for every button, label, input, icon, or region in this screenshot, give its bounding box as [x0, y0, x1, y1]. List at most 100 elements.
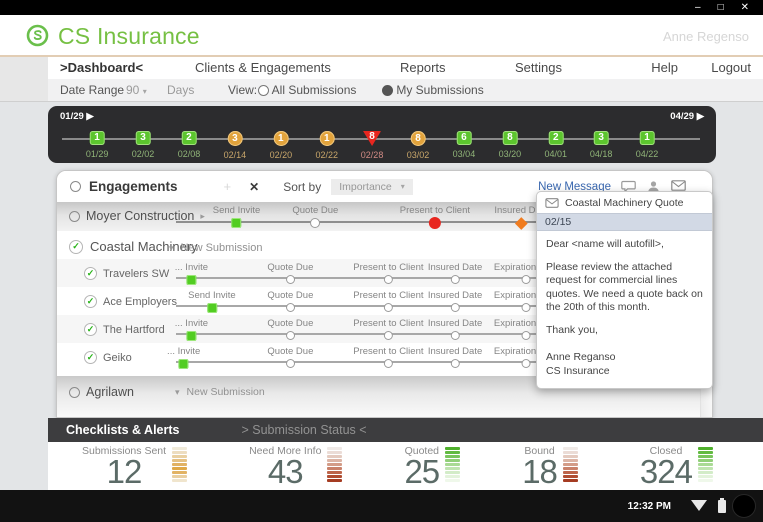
milestone-invite[interactable]: ... Invite [167, 346, 200, 369]
milestone-pending-marker [285, 275, 295, 284]
stat-bound: Bound 18 [522, 445, 578, 490]
milestone-complete-marker [186, 275, 197, 285]
minimize-button[interactable]: – [695, 2, 701, 13]
milestone-quote-due[interactable]: Quote Due [267, 262, 313, 284]
timeline-marker[interactable]: 2 02/08 [178, 131, 200, 159]
nav-logout[interactable]: Logout [711, 60, 751, 75]
milestone-pending-marker [383, 331, 393, 340]
milestone-complete-marker [178, 359, 189, 369]
close-button[interactable]: ✕ [741, 2, 749, 13]
submission-status-toggle[interactable]: > Submission Status < [241, 423, 366, 437]
milestone-quote-due[interactable]: Quote Due [292, 205, 338, 228]
milestone-present-to-client[interactable]: Present to Client [353, 318, 423, 340]
timeline-marker[interactable]: 1 02/22 [316, 131, 338, 160]
timeline-marker-alert[interactable]: 8 02/28 [361, 131, 383, 160]
wifi-icon [691, 500, 707, 511]
milestone-complete-marker [231, 218, 242, 228]
chevron-down-icon[interactable]: ▾ [175, 387, 180, 398]
milestone-present-to-client[interactable]: Present to Client [400, 205, 470, 229]
timeline-marker[interactable]: 1 01/29 [86, 131, 108, 159]
milestone-pending-marker [285, 331, 295, 340]
timeline-range-start[interactable]: 01/29 ▶ [60, 111, 94, 122]
timeline-marker[interactable]: 1 04/22 [636, 131, 658, 159]
days-label: Days [167, 83, 195, 97]
milestone-pending-marker [285, 303, 295, 312]
system-taskbar: 12:32 PM [0, 490, 763, 522]
milestone-send-invite[interactable]: Send Invite [213, 205, 260, 228]
milestone-quote-due[interactable]: Quote Due [267, 290, 313, 312]
milestone-pending-marker [450, 303, 460, 312]
circle-bullet-icon [70, 181, 81, 192]
chevron-down-icon: ▾ [142, 87, 147, 96]
timeline-marker[interactable]: 6 03/04 [453, 131, 475, 159]
timeline-marker[interactable]: 2 04/01 [545, 131, 567, 159]
maximize-button[interactable]: □ [718, 2, 724, 13]
milestone-insured-date[interactable]: Insured Date [428, 262, 482, 284]
milestone-invite[interactable]: ... Invite [175, 262, 208, 285]
nav-dashboard[interactable]: >Dashboard< [60, 60, 143, 75]
circle-bullet-icon [69, 210, 80, 222]
nav-help[interactable]: Help [651, 60, 678, 75]
nav-settings[interactable]: Settings [515, 60, 562, 75]
checklists-alerts-bar: Checklists & Alerts > Submission Status … [48, 418, 763, 442]
milestone-pending-marker [521, 359, 531, 368]
timeline-marker[interactable]: 3 04/18 [590, 131, 612, 159]
engagements-title: Engagements [89, 179, 178, 194]
nav-clients-engagements[interactable]: Clients & Engagements [195, 60, 331, 75]
date-range-select[interactable]: 90 ▾ [126, 83, 147, 97]
client-name: Agrilawn [86, 385, 134, 399]
milestone-invite[interactable]: ... Invite [175, 318, 208, 341]
nav-reports[interactable]: Reports [400, 60, 446, 75]
chevron-down-icon[interactable]: ▾ [169, 243, 174, 254]
check-circle-icon: ✓ [84, 351, 97, 364]
add-engagement-button[interactable]: + [224, 179, 232, 194]
timeline-marker[interactable]: 1 02/20 [270, 131, 292, 160]
view-label: View: [228, 83, 258, 97]
timeline-panel: 01/29 ▶ 04/29 ▶ 1 01/29 3 02/02 2 02/08 3 02… [48, 106, 716, 163]
message-subject: Coastal Machinery Quote [565, 197, 684, 209]
milestone-complete-marker [206, 303, 217, 313]
milestone-pending-marker [521, 275, 531, 284]
timeline-range-end[interactable]: 04/29 ▶ [670, 111, 704, 122]
message-date-row[interactable]: 02/15 [537, 213, 712, 231]
stat-closed: Closed 324 [640, 445, 713, 490]
milestone-alert-marker [428, 217, 441, 229]
new-submission-button[interactable]: New Submission [187, 386, 265, 398]
timeline-marker[interactable]: 8 03/02 [407, 131, 429, 160]
timeline-marker[interactable]: 3 02/02 [132, 131, 154, 159]
milestone-insured-date[interactable]: Insured Date [428, 318, 482, 340]
milestone-present-to-client[interactable]: Present to Client [353, 262, 423, 284]
message-greeting: Dear <name will autofill>, [546, 238, 664, 250]
message-signature-name: Anne Reganso [546, 351, 616, 363]
sort-dropdown[interactable]: Importance ▾ [331, 178, 413, 195]
stat-indicator-bars [327, 445, 343, 482]
timeline-marker[interactable]: 3 02/14 [224, 131, 246, 160]
stat-indicator-bars [172, 445, 188, 482]
taskbar-circle-button[interactable] [732, 494, 756, 518]
message-popup-subject-row[interactable]: Coastal Machinery Quote [537, 192, 712, 213]
milestone-quote-due[interactable]: Quote Due [267, 318, 313, 340]
new-submission-button[interactable]: New Submission [181, 242, 263, 254]
milestone-present-to-client[interactable]: Present to Client [353, 290, 423, 312]
milestone-present-to-client[interactable]: Present to Client [353, 346, 423, 368]
milestone-pending-marker [521, 331, 531, 340]
close-panel-button[interactable]: ✕ [249, 180, 259, 194]
radio-my-submissions[interactable]: My Submissions [382, 83, 484, 97]
carrier-name: Ace Employers [103, 295, 177, 308]
milestone-pending-marker [450, 331, 460, 340]
milestone-insured-date[interactable]: Insured Date [428, 290, 482, 312]
sort-by-label: Sort by [283, 179, 322, 194]
app-header: CS Insurance Anne Regenso [0, 15, 763, 57]
milestone-insured-date[interactable]: Insured Date [428, 346, 482, 368]
carrier-name: The Hartford [103, 323, 165, 336]
circle-bullet-icon [69, 386, 80, 398]
timeline-marker[interactable]: 8 03/20 [499, 131, 521, 159]
milestone-pending-marker [383, 275, 393, 284]
milestone-pending-marker [521, 303, 531, 312]
logged-in-user: Anne Regenso [662, 29, 749, 44]
milestone-pending-marker [450, 359, 460, 368]
milestone-invite[interactable]: Send Invite [188, 290, 236, 313]
radio-all-submissions[interactable]: All Submissions [258, 83, 356, 97]
check-circle-icon: ✓ [84, 323, 97, 336]
milestone-quote-due[interactable]: Quote Due [267, 346, 313, 368]
